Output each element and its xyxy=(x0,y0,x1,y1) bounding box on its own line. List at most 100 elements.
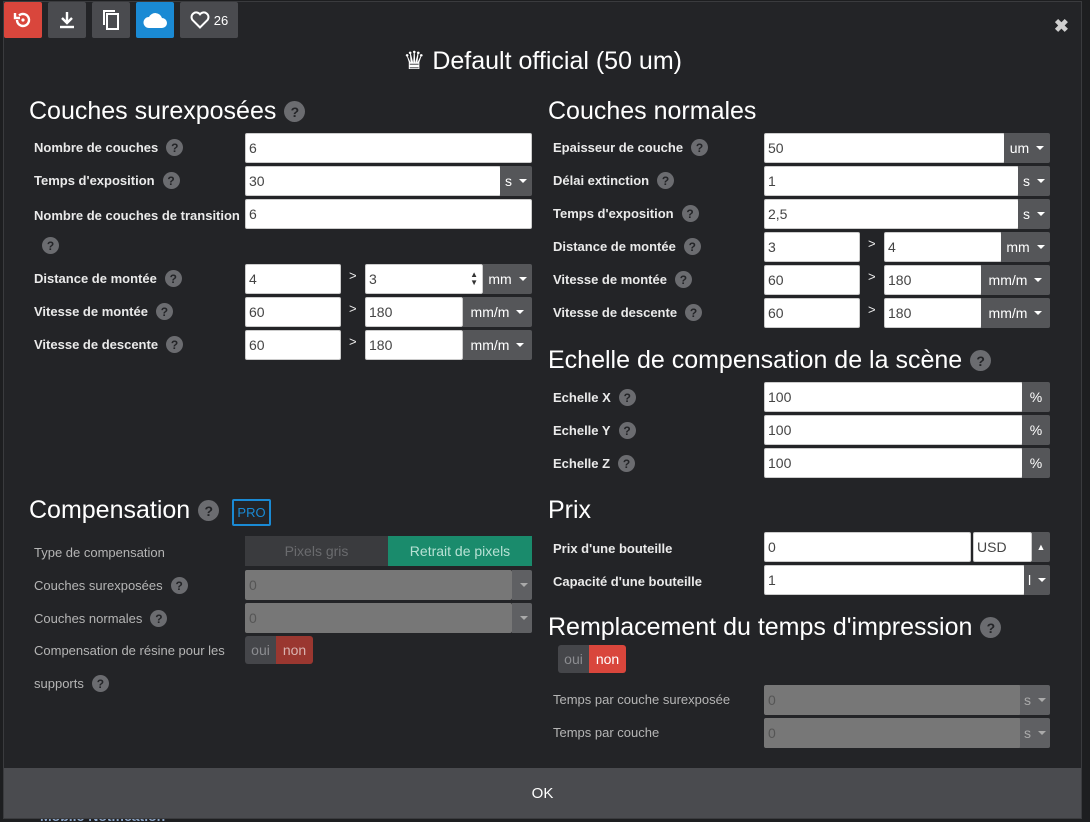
distance-normal-from-input[interactable]: 3 xyxy=(764,232,860,262)
download-button[interactable] xyxy=(48,2,86,38)
option-pixels-gris[interactable]: Pixels gris xyxy=(245,536,388,566)
unit-label: mm/m xyxy=(470,337,510,353)
temps-exposition-normal-input[interactable]: 2,5 xyxy=(764,199,1019,229)
currency-toggle[interactable]: ▲ xyxy=(1032,532,1050,562)
compensation-type-selector[interactable]: Pixels gris Retrait de pixels xyxy=(245,536,532,566)
percent-addon: % xyxy=(1022,415,1050,445)
toggle-non[interactable]: non xyxy=(276,636,313,664)
vitesse-montee-from-input[interactable]: 60 xyxy=(245,297,341,327)
help-icon[interactable]: ? xyxy=(284,101,306,122)
echelle-x-input[interactable]: 100 xyxy=(764,382,1023,412)
help-icon[interactable]: ? xyxy=(674,271,692,288)
favorite-button[interactable]: 26 xyxy=(180,2,238,38)
section-title-text: Prix xyxy=(548,496,592,524)
unit-dropdown[interactable]: mm/m xyxy=(981,265,1050,295)
unit-dropdown[interactable]: s xyxy=(1018,199,1050,229)
help-icon[interactable]: ? xyxy=(198,500,220,521)
unit-label: mm/m xyxy=(988,272,1028,288)
help-icon[interactable]: ? xyxy=(980,617,1002,638)
remplacement-toggle[interactable]: oui non xyxy=(558,645,626,673)
vitesse-descente-from-input[interactable]: 60 xyxy=(245,330,341,360)
vitesse-montee-to-input[interactable]: 180 xyxy=(365,297,463,327)
chevron-down-icon xyxy=(1037,179,1045,183)
section-title-couches-normales: Couches normales xyxy=(548,97,756,126)
vitesse-descente-normal-from-input[interactable]: 60 xyxy=(764,298,860,328)
spinner-icon[interactable]: ▲ ▼ xyxy=(470,271,478,287)
unit-dropdown[interactable]: mm/m xyxy=(463,297,532,327)
epaisseur-input[interactable]: 50 xyxy=(764,133,1005,163)
help-icon[interactable]: ? xyxy=(618,422,636,439)
vitesse-descente-to-input[interactable]: 180 xyxy=(365,330,463,360)
unit-dropdown[interactable]: mm xyxy=(483,264,532,294)
vitesse-montee-normal-to-input[interactable]: 180 xyxy=(884,265,982,295)
couches-normales-input[interactable]: 0 xyxy=(245,603,512,633)
help-icon[interactable]: ? xyxy=(150,610,168,627)
unit-dropdown[interactable]: s xyxy=(1020,685,1050,715)
nb-couches-input[interactable]: 6 xyxy=(245,133,532,163)
chevron-down-icon xyxy=(1036,146,1045,150)
close-icon[interactable]: ✖ xyxy=(1054,16,1069,37)
ok-button[interactable]: OK xyxy=(4,768,1081,818)
cloud-button[interactable] xyxy=(136,2,174,38)
help-icon[interactable]: ? xyxy=(166,139,184,156)
chevron-down-icon xyxy=(518,277,527,281)
nb-transition-input[interactable]: 6 xyxy=(245,199,532,229)
help-icon[interactable]: ? xyxy=(970,350,992,371)
help-icon[interactable]: ? xyxy=(681,205,699,222)
echelle-z-input[interactable]: 100 xyxy=(764,448,1023,478)
temps-couche-input[interactable]: 0 xyxy=(764,718,1021,748)
help-icon[interactable]: ? xyxy=(691,139,709,156)
vitesse-montee-normal-from-input[interactable]: 60 xyxy=(764,265,860,295)
unit-dropdown[interactable]: um xyxy=(1004,133,1050,163)
echelle-y-input[interactable]: 100 xyxy=(764,415,1023,445)
help-icon[interactable]: ? xyxy=(683,238,701,255)
help-icon[interactable]: ? xyxy=(685,304,703,321)
temps-couche-surexposee-input[interactable]: 0 xyxy=(764,685,1021,715)
unit-dropdown[interactable]: mm xyxy=(1001,232,1050,262)
vitesse-descente-normal-to-input[interactable]: 180 xyxy=(884,298,982,328)
couches-surexposees-input[interactable]: 0 xyxy=(245,570,512,600)
unit-dropdown[interactable]: l xyxy=(1024,565,1050,595)
arrow-separator: > xyxy=(349,334,357,349)
help-icon[interactable]: ? xyxy=(170,577,188,594)
help-icon[interactable]: ? xyxy=(657,172,675,189)
prix-bouteille-input[interactable]: 0 xyxy=(764,532,971,562)
label-text: Vitesse de montée xyxy=(34,304,148,319)
help-icon[interactable]: ? xyxy=(164,270,182,287)
unit-dropdown[interactable]: s xyxy=(1018,166,1050,196)
unit-label: mm xyxy=(488,271,512,287)
unit-dropdown[interactable]: mm/m xyxy=(981,298,1050,328)
help-icon[interactable]: ? xyxy=(166,336,184,353)
help-icon[interactable]: ? xyxy=(91,675,109,692)
copy-button[interactable] xyxy=(92,2,130,38)
unit-dropdown[interactable]: mm/m xyxy=(463,330,532,360)
label-echelle-y: Echelle Y? xyxy=(553,422,636,439)
toggle-oui[interactable]: oui xyxy=(245,636,276,664)
help-icon[interactable]: ? xyxy=(162,172,180,189)
toggle-non[interactable]: non xyxy=(589,645,626,673)
currency-input[interactable]: USD xyxy=(973,532,1032,562)
temps-exposition-input[interactable]: 30 xyxy=(245,166,501,196)
capacite-input[interactable]: 1 xyxy=(764,565,1025,595)
dropdown-toggle[interactable] xyxy=(512,603,532,633)
help-icon[interactable]: ? xyxy=(42,237,59,254)
distance-normal-to-input[interactable]: 4 xyxy=(884,232,1002,262)
label-text: Temps d'exposition xyxy=(553,206,674,221)
delai-input[interactable]: 1 xyxy=(764,166,1019,196)
help-icon[interactable]: ? xyxy=(618,455,636,472)
distance-montee-to-input[interactable]: 3 ▲ ▼ xyxy=(365,264,483,294)
label-text: Nombre de couches xyxy=(34,140,159,155)
favorite-count: 26 xyxy=(213,12,229,28)
option-retrait-pixels[interactable]: Retrait de pixels xyxy=(388,536,532,566)
help-icon[interactable]: ? xyxy=(618,389,636,406)
reset-button[interactable] xyxy=(4,2,42,38)
dropdown-toggle[interactable] xyxy=(512,570,532,600)
toggle-oui[interactable]: oui xyxy=(558,645,589,673)
unit-dropdown[interactable]: s xyxy=(1020,718,1050,748)
help-icon[interactable]: ? xyxy=(155,303,173,320)
distance-montee-from-input[interactable]: 4 xyxy=(245,264,341,294)
unit-dropdown[interactable]: s xyxy=(500,166,532,196)
resine-toggle[interactable]: oui non xyxy=(245,636,313,664)
label-type-compensation: Type de compensation xyxy=(34,545,165,560)
label-vitesse-descente: Vitesse de descente? xyxy=(34,336,184,353)
